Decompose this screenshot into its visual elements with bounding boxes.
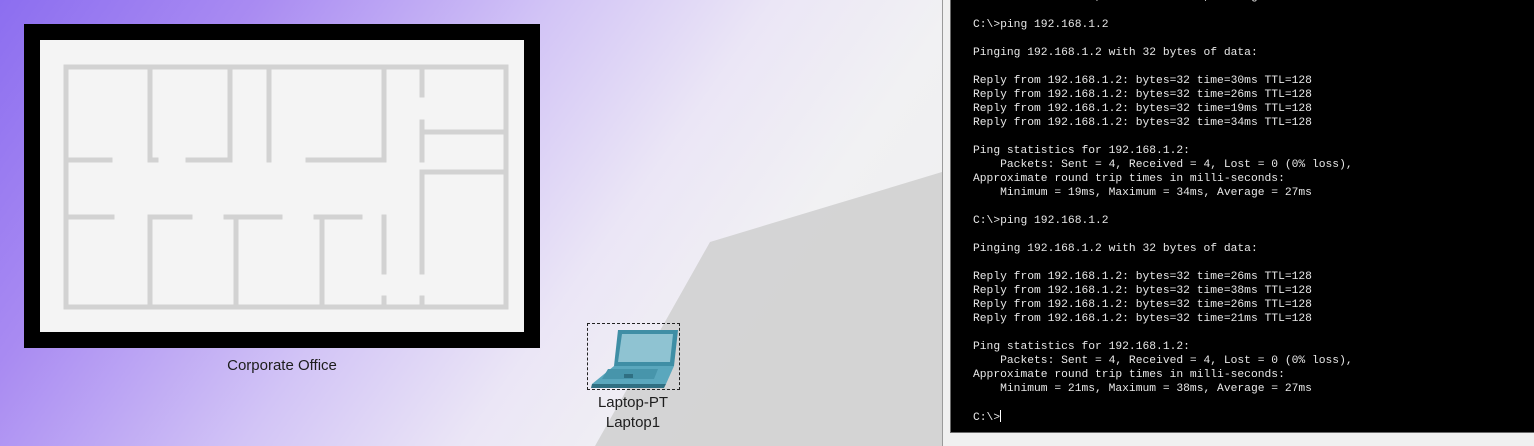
- cluster-label: Corporate Office: [227, 357, 337, 374]
- command-prompt-window: Minimum = 16ms, Maximum = 44ms, Average …: [942, 0, 1534, 446]
- terminal-line: Pinging 192.168.1.2 with 32 bytes of dat…: [973, 47, 1258, 59]
- terminal-line: Minimum = 16ms, Maximum = 44ms, Average …: [973, 0, 1312, 3]
- logical-workspace[interactable]: Corporate Office Laptop-PT Laptop1: [0, 0, 942, 446]
- device-model-label: Laptop-PT: [597, 394, 669, 411]
- terminal-line: C:\>ping 192.168.1.2: [973, 215, 1109, 227]
- terminal-line: C:\>ping 192.168.1.2: [973, 19, 1109, 31]
- terminal-prompt[interactable]: C:\>: [973, 412, 1000, 424]
- terminal-line: Pinging 192.168.1.2 with 32 bytes of dat…: [973, 243, 1258, 255]
- terminal-line: Reply from 192.168.1.2: bytes=32 time=26…: [973, 271, 1312, 283]
- terminal-line: Reply from 192.168.1.2: bytes=32 time=26…: [973, 89, 1312, 101]
- terminal-line: Ping statistics for 192.168.1.2:: [973, 341, 1190, 353]
- terminal-line: Reply from 192.168.1.2: bytes=32 time=34…: [973, 117, 1312, 129]
- terminal-line: Reply from 192.168.1.2: bytes=32 time=19…: [973, 103, 1312, 115]
- terminal-line: Approximate round trip times in milli-se…: [973, 173, 1285, 185]
- laptop-icon: [591, 330, 678, 388]
- text-cursor: [1000, 410, 1002, 422]
- laptop-device[interactable]: [587, 323, 680, 390]
- command-prompt-terminal[interactable]: Minimum = 16ms, Maximum = 44ms, Average …: [950, 0, 1534, 433]
- terminal-line: Reply from 192.168.1.2: bytes=32 time=30…: [973, 75, 1312, 87]
- terminal-line: Approximate round trip times in milli-se…: [973, 369, 1285, 381]
- terminal-line: Packets: Sent = 4, Received = 4, Lost = …: [973, 355, 1353, 367]
- terminal-line: Minimum = 21ms, Maximum = 38ms, Average …: [973, 383, 1312, 395]
- terminal-output: Minimum = 16ms, Maximum = 44ms, Average …: [951, 0, 1534, 425]
- terminal-line: Reply from 192.168.1.2: bytes=32 time=21…: [973, 313, 1312, 325]
- terminal-line: Minimum = 19ms, Maximum = 34ms, Average …: [973, 187, 1312, 199]
- terminal-line: Reply from 192.168.1.2: bytes=32 time=26…: [973, 299, 1312, 311]
- terminal-line: Reply from 192.168.1.2: bytes=32 time=38…: [973, 285, 1312, 297]
- device-name-label[interactable]: Laptop1: [560, 413, 706, 433]
- terminal-line: Packets: Sent = 4, Received = 4, Lost = …: [973, 159, 1353, 171]
- terminal-line: Ping statistics for 192.168.1.2:: [973, 145, 1190, 157]
- corporate-office-cluster[interactable]: [24, 24, 540, 348]
- floor-plan-icon: [40, 40, 524, 332]
